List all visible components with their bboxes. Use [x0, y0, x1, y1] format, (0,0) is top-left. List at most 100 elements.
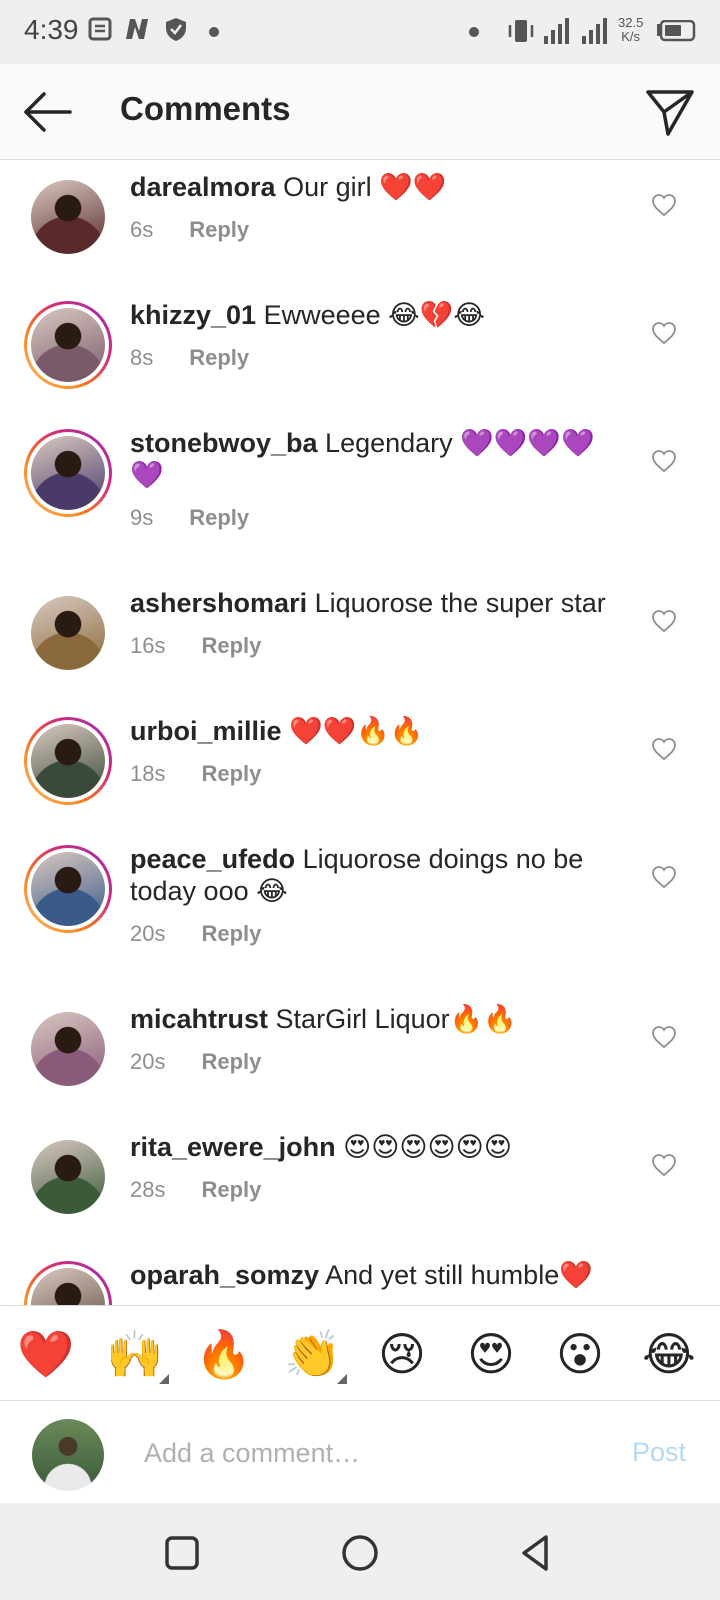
fire-emoji[interactable]: 🔥: [192, 1324, 256, 1384]
comment-body: Ewweeee 😂💔😂: [256, 300, 485, 330]
send-icon[interactable]: [642, 84, 698, 140]
battery-icon: [657, 20, 696, 42]
comment-text: ashershomari Liquorose the super star: [130, 587, 620, 619]
like-heart-icon[interactable]: [651, 1025, 677, 1049]
skin-tone-indicator: [337, 1374, 347, 1384]
comment-username[interactable]: stonebwoy_ba: [130, 428, 318, 458]
reply-button[interactable]: Reply: [201, 1177, 261, 1202]
recent-apps-icon[interactable]: [160, 1531, 204, 1575]
reply-button[interactable]: Reply: [201, 633, 261, 658]
comment-text: oparah_somzy And yet still humble❤️: [130, 1259, 620, 1291]
comment-timestamp: 20s: [130, 921, 166, 946]
avatar: [31, 180, 105, 254]
comment-timestamp: 9s: [130, 505, 154, 530]
reply-button[interactable]: Reply: [201, 761, 261, 786]
avatar-container[interactable]: [24, 173, 112, 261]
crying-emoji[interactable]: 😢: [370, 1324, 434, 1384]
like-heart-icon[interactable]: [651, 1153, 677, 1177]
surprised-emoji[interactable]: 😮: [548, 1324, 612, 1384]
avatar-story-ring[interactable]: [24, 429, 112, 517]
comment-meta: 20s Reply: [130, 1049, 261, 1075]
like-heart-icon[interactable]: [651, 321, 677, 345]
comment-text: peace_ufedo Liquorose doings no be today…: [130, 843, 620, 907]
comment-list[interactable]: darealmora Our girl ❤️❤️ 6s Reply khizzy_01…: [0, 161, 720, 1305]
back-nav-icon[interactable]: [514, 1531, 558, 1575]
comment-row[interactable]: micahtrust StarGirl Liquor🔥🔥 20s Reply: [0, 993, 720, 1121]
add-comment-input[interactable]: [144, 1433, 584, 1473]
vibrate-icon: [508, 20, 534, 42]
comment-username[interactable]: rita_ewere_john: [130, 1132, 336, 1162]
avatar-story-ring[interactable]: [24, 1261, 112, 1305]
comment-username[interactable]: khizzy_01: [130, 300, 256, 330]
raised-hands-emoji[interactable]: 🙌: [103, 1324, 167, 1384]
reply-button[interactable]: Reply: [189, 505, 249, 530]
heart-eyes-emoji[interactable]: 😍: [459, 1324, 523, 1384]
reply-button[interactable]: Reply: [189, 345, 249, 370]
network-speed: 32.5 K/s: [618, 16, 643, 44]
shield-icon: [166, 18, 186, 41]
heart-emoji[interactable]: ❤️: [14, 1324, 78, 1384]
comment-timestamp: 16s: [130, 633, 166, 658]
system-nav-bar: [0, 1503, 720, 1600]
comment-body: ❤️❤️🔥🔥: [281, 716, 424, 746]
comment-row[interactable]: urboi_millie ❤️❤️🔥🔥 18s Reply: [0, 705, 720, 833]
comment-body: And yet still humble❤️: [319, 1260, 593, 1290]
comment-timestamp: 6s: [130, 217, 154, 242]
comment-meta: 28s Reply: [130, 1177, 261, 1203]
comment-username[interactable]: micahtrust: [130, 1004, 268, 1034]
like-heart-icon[interactable]: [651, 449, 677, 473]
comment-body: StarGirl Liquor🔥🔥: [268, 1004, 517, 1034]
comment-row[interactable]: ashershomari Liquorose the super star 16s…: [0, 577, 720, 705]
comment-text: khizzy_01 Ewweeee 😂💔😂: [130, 299, 620, 331]
reply-button[interactable]: Reply: [201, 1049, 261, 1074]
avatar: [31, 852, 105, 926]
avatar-story-ring[interactable]: [24, 301, 112, 389]
comment-username[interactable]: urboi_millie: [130, 716, 282, 746]
reply-button[interactable]: Reply: [189, 217, 249, 242]
avatar-story-ring[interactable]: [24, 845, 112, 933]
comment-text: micahtrust StarGirl Liquor🔥🔥: [130, 1003, 620, 1035]
clap-emoji[interactable]: 👏: [281, 1324, 345, 1384]
back-arrow-icon[interactable]: [20, 88, 76, 136]
page-title: Comments: [120, 90, 291, 127]
comment-row[interactable]: peace_ufedo Liquorose doings no be today…: [0, 833, 720, 961]
like-heart-icon[interactable]: [651, 737, 677, 761]
comment-body: 😍😍😍😍😍😍: [335, 1132, 512, 1162]
comment-row[interactable]: stonebwoy_ba Legendary 💜💜💜💜💜 9s Reply: [0, 417, 720, 545]
avatar-container[interactable]: [24, 589, 112, 677]
comment-meta: 20s Reply: [130, 921, 261, 947]
comment-timestamp: 8s: [130, 345, 154, 370]
signal-icon: [544, 18, 569, 44]
comment-body: Liquorose the super star: [307, 588, 606, 618]
comment-meta: 9s Reply: [130, 505, 249, 531]
avatar-container[interactable]: [24, 1133, 112, 1221]
comment-username[interactable]: peace_ufedo: [130, 844, 295, 874]
reply-button[interactable]: Reply: [201, 921, 261, 946]
comment-row[interactable]: oparah_somzy And yet still humble❤️: [0, 1249, 720, 1305]
signal-icon: [582, 18, 607, 44]
notes-icon: [88, 17, 112, 41]
avatar-container[interactable]: [24, 1005, 112, 1093]
emoji-reaction-bar: ❤️ 🙌 🔥 👏 😢 😍 😮 😂: [0, 1305, 720, 1401]
like-heart-icon[interactable]: [651, 865, 677, 889]
avatar-story-ring[interactable]: [24, 717, 112, 805]
comment-timestamp: 28s: [130, 1177, 166, 1202]
post-button[interactable]: Post: [632, 1437, 686, 1468]
comment-row[interactable]: darealmora Our girl ❤️❤️ 6s Reply: [0, 161, 720, 289]
comment-username[interactable]: ashershomari: [130, 588, 307, 618]
comment-meta: 8s Reply: [130, 345, 249, 371]
comment-row[interactable]: khizzy_01 Ewweeee 😂💔😂 8s Reply: [0, 289, 720, 417]
comment-username[interactable]: oparah_somzy: [130, 1260, 319, 1290]
home-icon[interactable]: [338, 1531, 382, 1575]
laughing-emoji[interactable]: 😂: [637, 1324, 701, 1384]
like-heart-icon[interactable]: [651, 193, 677, 217]
comment-row[interactable]: rita_ewere_john 😍😍😍😍😍😍 28s Reply: [0, 1121, 720, 1249]
avatar: [31, 1140, 105, 1214]
dot-icon: [469, 27, 479, 37]
like-heart-icon[interactable]: [651, 609, 677, 633]
comment-composer: Post: [0, 1401, 720, 1503]
my-avatar: [32, 1419, 104, 1491]
netflix-icon: [126, 19, 148, 39]
avatar: [31, 1012, 105, 1086]
comment-username[interactable]: darealmora: [130, 172, 276, 202]
